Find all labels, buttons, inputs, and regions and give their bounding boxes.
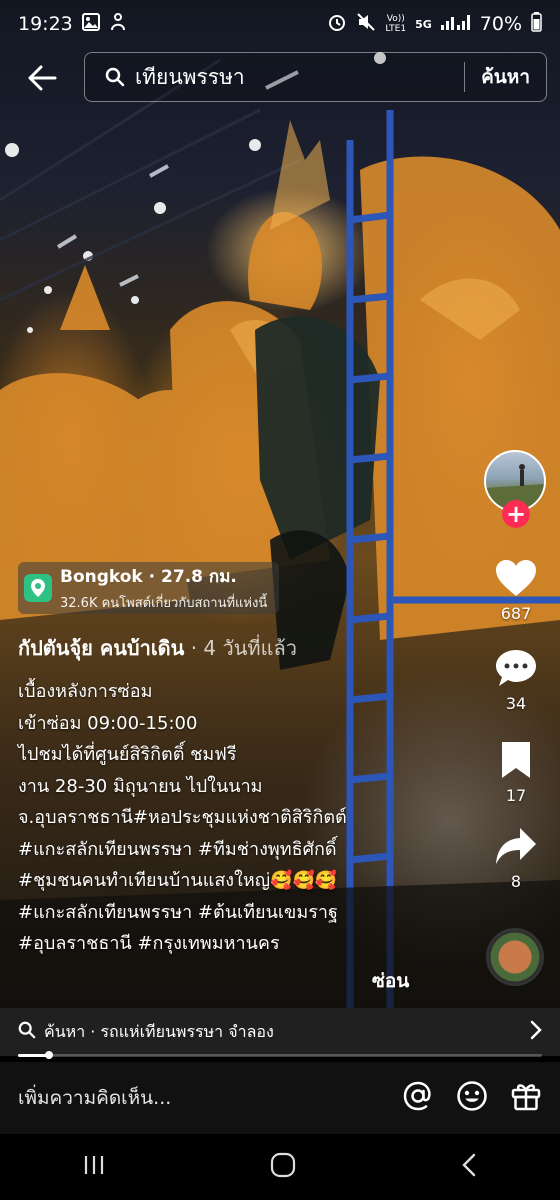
at-sign-icon (403, 1081, 431, 1111)
bookmark-icon (502, 742, 530, 778)
save-count: 17 (505, 786, 527, 805)
back-button[interactable] (10, 50, 74, 106)
battery-icon (531, 11, 542, 37)
comment-button[interactable]: 34 (484, 648, 548, 713)
author-row[interactable]: กัปตันจุ้ย คนบ้าเดิน · 4 วันที่แล้ว (18, 632, 297, 664)
gift-icon (511, 1084, 541, 1111)
home-button[interactable] (270, 1152, 296, 1182)
comment-count: 34 (505, 694, 527, 713)
home-icon (270, 1152, 296, 1178)
location-distance: · 27.8 กม. (148, 567, 237, 587)
caption-line: #อุบลราชธานี #กรุงเทพมหานคร (18, 933, 280, 954)
share-button[interactable]: 8 (484, 826, 548, 891)
search-submit-button[interactable]: ค้นหา (465, 62, 546, 92)
back-nav-button[interactable] (460, 1152, 478, 1182)
status-time: 19:23 (18, 13, 73, 35)
like-count: 687 (500, 604, 532, 623)
video-progress-handle[interactable] (45, 1051, 54, 1059)
recent-apps-icon (84, 1156, 104, 1174)
emoji-button[interactable] (456, 1080, 488, 1116)
app-notification-icon (109, 12, 127, 37)
smiley-icon (457, 1081, 487, 1111)
caption-line: เข้าซ่อม 09:00-15:00 (18, 712, 198, 734)
arrow-left-icon (28, 65, 57, 91)
gallery-icon (81, 12, 100, 36)
mention-button[interactable] (402, 1080, 434, 1116)
search-input[interactable]: เทียนพรรษา ค้นหา (84, 52, 547, 102)
search-icon (18, 1021, 36, 1043)
system-nav-bar (0, 1134, 560, 1200)
save-button[interactable]: 17 (484, 740, 548, 805)
chevron-left-icon (462, 1153, 476, 1177)
hide-caption-button[interactable]: ซ่อน (372, 966, 409, 996)
caption-line: #แกะสลักเทียนพรรษา #ทีมช่างพุทธิศักดิ์ (18, 838, 337, 860)
related-search-text[interactable]: ค้นหา · รถแห่เทียนพรรษา จำลอง (44, 1020, 530, 1045)
location-post-count: 32.6K คนโพสต์เกี่ยวกับสถานที่แห่งนี้ (60, 596, 268, 611)
comment-bar: เพิ่มความคิดเห็น... (0, 1062, 560, 1134)
comment-icon (496, 650, 536, 686)
related-search-bar[interactable]: ค้นหา · รถแห่เทียนพรรษา จำลอง (0, 1008, 560, 1056)
search-icon (105, 67, 125, 87)
plus-icon: + (505, 500, 527, 528)
share-arrow-icon (496, 828, 536, 864)
gift-button[interactable] (510, 1080, 542, 1116)
caption-line: จ.อุบลราชธานี#หอประชุมแห่งชาติสิริกิตต์ (18, 807, 347, 828)
caption-line: ไปชมได้ที่ศูนย์สิริกิตติ์ ชมฟรี (18, 744, 237, 765)
alarm-icon (327, 12, 347, 37)
heart-icon (496, 560, 536, 596)
location-tag[interactable]: Bongkok · 27.8 กม. 32.6K คนโพสต์เกี่ยวกั… (18, 562, 280, 614)
comment-input[interactable]: เพิ่มความคิดเห็น... (18, 1083, 402, 1113)
author-name[interactable]: กัปตันจุ้ย คนบ้าเดิน (18, 636, 184, 660)
video-progress-bar[interactable] (18, 1051, 542, 1059)
search-header: เทียนพรรษา ค้นหา (0, 50, 560, 106)
location-name: Bongkok (60, 567, 143, 587)
status-bar: 19:23 Vo)) LTE1 5G 70% (0, 0, 560, 48)
caption-line: #แกะสลักเทียนพรรษา #ต้นเทียนเขมราฐ (18, 901, 338, 923)
caption: เบื้องหลังการซ่อม เข้าซ่อม 09:00-15:00 ไ… (18, 676, 488, 960)
search-query[interactable]: เทียนพรรษา (135, 61, 464, 94)
music-disc[interactable] (486, 928, 544, 986)
signal-icon (440, 13, 471, 35)
mute-icon (356, 12, 376, 37)
caption-line: เบื้องหลังการซ่อม (18, 681, 153, 702)
caption-line: งาน 28-30 มิถุนายน ไปในนาม (18, 775, 263, 797)
recent-apps-button[interactable] (82, 1153, 106, 1181)
battery-level: 70% (479, 13, 522, 35)
network-type: 5G (415, 17, 432, 31)
share-count: 8 (510, 872, 522, 891)
location-pin-icon (24, 574, 52, 602)
follow-button[interactable]: + (502, 500, 530, 528)
post-time: · 4 วันที่แล้ว (184, 636, 297, 660)
volte-label: Vo)) LTE1 (385, 14, 407, 34)
chevron-right-icon (530, 1020, 542, 1044)
caption-line: #ชุมชนคนทำเทียนบ้านแสงใหญ่🥰🥰🥰 (18, 870, 338, 891)
like-button[interactable]: 687 (484, 558, 548, 623)
